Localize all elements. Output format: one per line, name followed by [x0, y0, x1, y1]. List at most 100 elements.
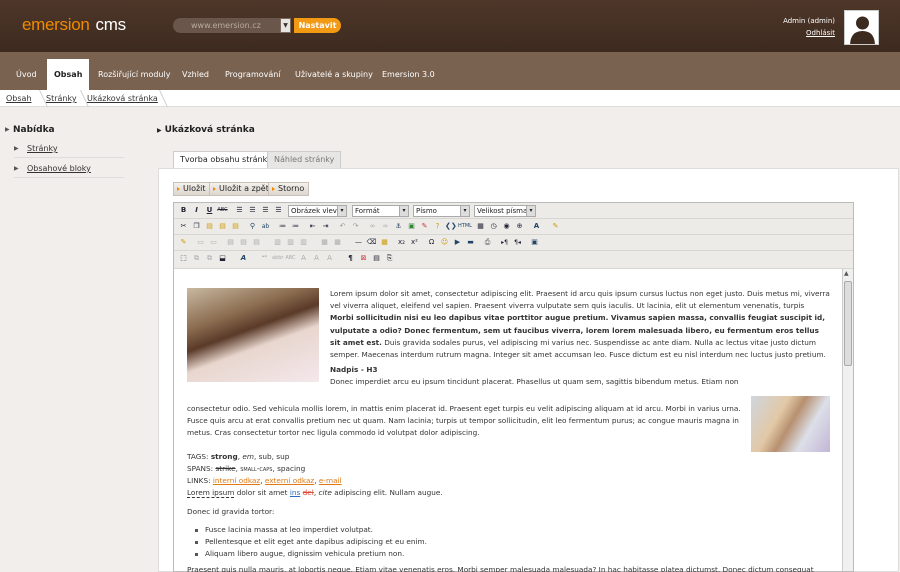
- zoom-icon[interactable]: ⊕: [514, 221, 525, 232]
- insert-col-before-icon[interactable]: ▥: [272, 237, 283, 248]
- table-cell-props-icon[interactable]: ▭: [208, 237, 219, 248]
- strikethrough-icon[interactable]: ABC: [217, 205, 228, 216]
- move-forward-icon[interactable]: ⧉: [191, 253, 202, 264]
- wysiwyg-editor[interactable]: B I U ABC ☰ ☰ ☰ ☰ Obrázek vlevo Formát P…: [173, 202, 854, 572]
- nav-item-obsah[interactable]: Obsah: [47, 59, 90, 90]
- edit-icon[interactable]: ✎: [178, 237, 189, 248]
- underline-icon[interactable]: U: [204, 205, 215, 216]
- fullscreen-icon[interactable]: ▣: [529, 237, 540, 248]
- sidebar-link[interactable]: Stránky: [27, 144, 58, 153]
- chevron-down-icon[interactable]: ▼: [280, 18, 291, 33]
- highlight-color-icon[interactable]: ✎: [550, 221, 561, 232]
- insert-row-after-icon[interactable]: ▤: [238, 237, 249, 248]
- emoticon-icon[interactable]: ☺: [439, 237, 450, 248]
- font-size-select[interactable]: Velikost písma: [474, 205, 536, 217]
- outdent-icon[interactable]: ⇤: [307, 221, 318, 232]
- insert-date-icon[interactable]: ▦: [475, 221, 486, 232]
- avatar[interactable]: [844, 10, 879, 45]
- woman-photo[interactable]: [187, 288, 319, 382]
- special-char-icon[interactable]: Ω: [426, 237, 437, 248]
- absolute-position-icon[interactable]: ⬓: [217, 253, 228, 264]
- html-icon[interactable]: HTML: [458, 221, 472, 232]
- sidebar-link[interactable]: Obsahové bloky: [27, 164, 91, 173]
- undo-icon[interactable]: ↶: [337, 221, 348, 232]
- rtl-icon[interactable]: ¶◂: [512, 237, 523, 248]
- insert-row-before-icon[interactable]: ▤: [225, 237, 236, 248]
- acronym-icon[interactable]: ABC: [285, 253, 296, 264]
- cut-icon[interactable]: ✂: [178, 221, 189, 232]
- cite-icon[interactable]: ❝❞: [259, 253, 270, 264]
- unlink-icon[interactable]: ∞: [380, 221, 391, 232]
- phone-photo[interactable]: [751, 396, 830, 452]
- email-link[interactable]: e-mail: [319, 476, 342, 485]
- align-justify-icon[interactable]: ☰: [273, 205, 284, 216]
- paste-text-icon[interactable]: ▤: [217, 221, 228, 232]
- copy-icon[interactable]: ❐: [191, 221, 202, 232]
- font-color-icon[interactable]: A: [531, 221, 542, 232]
- save-button[interactable]: Uložit: [173, 182, 211, 196]
- site-select[interactable]: www.emersion.cz ▼: [173, 18, 291, 33]
- anchor-icon[interactable]: ⚓: [393, 221, 404, 232]
- indent-icon[interactable]: ⇥: [320, 221, 331, 232]
- split-cells-icon[interactable]: ▦: [319, 237, 330, 248]
- move-backward-icon[interactable]: ⧉: [204, 253, 215, 264]
- horizontal-rule-icon[interactable]: —: [353, 237, 364, 248]
- logo[interactable]: emersion cms: [22, 15, 126, 35]
- tab-tvorba-obsahu[interactable]: Tvorba obsahu stránky: [173, 151, 279, 169]
- breadcrumb-item[interactable]: Ukázková stránka: [87, 94, 158, 103]
- redo-icon[interactable]: ↷: [350, 221, 361, 232]
- find-icon[interactable]: ⚲: [247, 221, 258, 232]
- save-and-back-button[interactable]: Uložit a zpět: [209, 182, 274, 196]
- scrollbar-thumb[interactable]: [844, 281, 852, 366]
- sidebar-item-obsahove-bloky[interactable]: ▶ Obsahové bloky: [14, 164, 124, 178]
- cancel-button[interactable]: Storno: [268, 182, 310, 196]
- nav-item-moduly[interactable]: Rozšiřující moduly: [91, 61, 177, 90]
- image-align-select[interactable]: Obrázek vlevo: [288, 205, 347, 217]
- delete-row-icon[interactable]: ▤: [251, 237, 262, 248]
- font-select[interactable]: Písmo: [413, 205, 470, 217]
- merge-cells-icon[interactable]: ▦: [332, 237, 343, 248]
- internal-link[interactable]: interní odkaz: [213, 476, 260, 485]
- nav-item-vzhled[interactable]: Vzhled: [175, 61, 216, 90]
- print-icon[interactable]: ⎙: [482, 237, 493, 248]
- paste-icon[interactable]: ▤: [204, 221, 215, 232]
- ltr-icon[interactable]: ▸¶: [499, 237, 510, 248]
- insert-time-icon[interactable]: ◷: [488, 221, 499, 232]
- advanced-hr-icon[interactable]: ▬: [465, 237, 476, 248]
- insert-col-after-icon[interactable]: ▥: [285, 237, 296, 248]
- preview-icon[interactable]: ◉: [501, 221, 512, 232]
- set-button[interactable]: Nastavit: [294, 18, 341, 33]
- template-icon[interactable]: ▤: [371, 253, 382, 264]
- show-blocks-icon[interactable]: ¶: [345, 253, 356, 264]
- tab-nahled[interactable]: Náhled stránky: [267, 151, 342, 168]
- code-icon[interactable]: ❮❯: [445, 221, 457, 232]
- visual-aid-icon[interactable]: ▦: [379, 237, 390, 248]
- nav-item-uzivatele[interactable]: Uživatelé a skupiny: [288, 61, 380, 90]
- paste-word-icon[interactable]: ▤: [230, 221, 241, 232]
- external-link[interactable]: externí odkaz: [265, 476, 314, 485]
- delete-icon[interactable]: A: [298, 253, 309, 264]
- align-center-icon[interactable]: ☰: [247, 205, 258, 216]
- nav-item-emersion[interactable]: Emersion 3.0: [375, 61, 442, 90]
- breadcrumb-item[interactable]: Stránky: [46, 94, 77, 103]
- table-row-props-icon[interactable]: ▭: [195, 237, 206, 248]
- bullet-list-icon[interactable]: ≔: [277, 221, 288, 232]
- subscript-icon[interactable]: x₂: [396, 237, 407, 248]
- align-right-icon[interactable]: ☰: [260, 205, 271, 216]
- cleanup-icon[interactable]: ✎: [419, 221, 430, 232]
- sidebar-item-stranky[interactable]: ▶ Stránky: [14, 144, 124, 158]
- bold-icon[interactable]: B: [178, 205, 189, 216]
- attributes-icon[interactable]: A: [324, 253, 335, 264]
- abbr-icon[interactable]: abbr: [272, 253, 283, 264]
- nav-item-programovani[interactable]: Programování: [218, 61, 288, 90]
- breadcrumb-item[interactable]: Obsah: [6, 94, 32, 103]
- replace-icon[interactable]: ab: [260, 221, 271, 232]
- image-icon[interactable]: ▣: [406, 221, 417, 232]
- align-left-icon[interactable]: ☰: [234, 205, 245, 216]
- delete-col-icon[interactable]: ▥: [298, 237, 309, 248]
- media-icon[interactable]: ▶: [452, 237, 463, 248]
- logout-link[interactable]: Odhlásit: [806, 29, 835, 37]
- editor-scrollbar[interactable]: ▲: [842, 269, 853, 571]
- page-break-icon[interactable]: ⎘: [384, 253, 395, 264]
- numbered-list-icon[interactable]: ≔: [290, 221, 301, 232]
